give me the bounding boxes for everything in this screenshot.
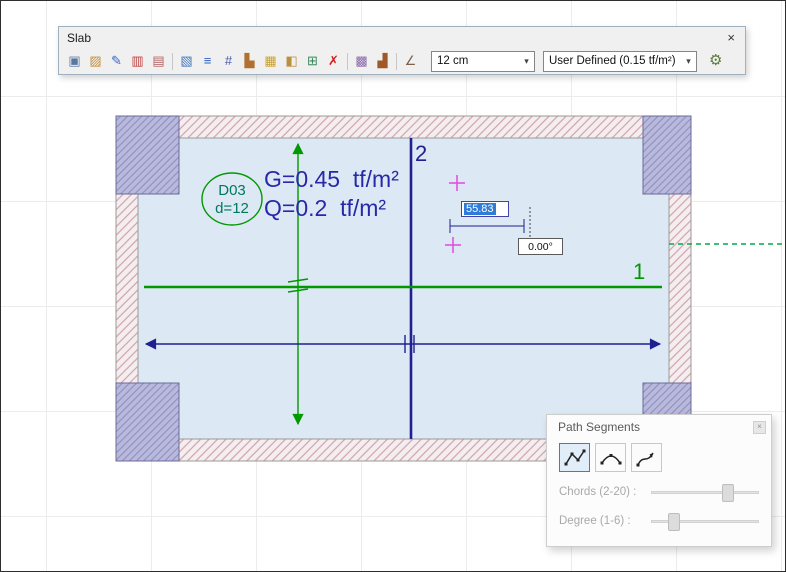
axis-2-label: 2 (415, 141, 427, 166)
copy-icon[interactable]: ▩ (351, 51, 372, 72)
close-icon[interactable]: × (753, 421, 766, 434)
chevron-down-icon: ▾ (681, 56, 696, 67)
segment-arc-button[interactable] (595, 443, 626, 472)
slab-toolbar: ▣▨✎▥▤ ▧≡#▙▦◧⊞✗ ▩▟ ∠ 12 cm ▾ User Defined (0… (59, 48, 745, 74)
open-icon[interactable]: ▨ (85, 51, 106, 72)
results-icon[interactable]: ◧ (281, 51, 302, 72)
column-top-left[interactable] (116, 116, 179, 194)
slab-label-thickness: d=12 (215, 200, 249, 217)
dead-load-text: G=0.45 tf/m² (264, 166, 399, 192)
axis-1-label: 1 (633, 259, 645, 284)
slab-load-value: User Defined (0.15 tf/m²) (549, 55, 676, 67)
slab-window-title: Slab (67, 31, 725, 45)
protractor-icon[interactable]: ∠ (400, 51, 421, 72)
measure-value-text: 55.83 (464, 203, 496, 215)
mesh-icon[interactable]: # (218, 51, 239, 72)
toolbar-separator (347, 53, 348, 70)
hatch-icon[interactable]: ▧ (176, 51, 197, 72)
slider-track (651, 520, 759, 523)
toolbar-separator (396, 53, 397, 70)
slab-properties-icon[interactable]: ▥ (127, 51, 148, 72)
chevron-down-icon: ▾ (519, 56, 534, 67)
report-icon[interactable]: ▤ (148, 51, 169, 72)
chart-icon[interactable]: ▟ (372, 51, 393, 72)
column-bottom-left[interactable] (116, 383, 179, 461)
measure-angle-box: 0.00° (518, 238, 563, 255)
slab-thickness-value: 12 cm (437, 55, 468, 67)
degree-label: Degree (1-6) : (559, 515, 651, 527)
layers-icon[interactable]: ▦ (260, 51, 281, 72)
slider-track (651, 491, 759, 494)
application-window: 2 1 D03 d=12 G=0.45 tf/m² Q=0.2 tf/m² (0, 0, 786, 572)
settings-gear-icon[interactable]: ⚙ (709, 51, 722, 71)
print-icon[interactable]: ▣ (64, 51, 85, 72)
toolbar-separator (172, 53, 173, 70)
table-icon[interactable]: ⊞ (302, 51, 323, 72)
edit-slab-icon[interactable]: ✎ (106, 51, 127, 72)
path-segments-title: Path Segments (558, 420, 640, 434)
measure-angle-text: 0.00° (528, 241, 553, 253)
degree-slider[interactable] (651, 512, 759, 530)
slab-window-titlebar[interactable]: Slab × (59, 27, 745, 48)
slab-thickness-combobox[interactable]: 12 cm ▾ (431, 51, 535, 72)
slab-load-combobox[interactable]: User Defined (0.15 tf/m²) ▾ (543, 51, 697, 72)
slider-thumb[interactable] (722, 484, 734, 502)
slab-label-id: D03 (218, 182, 246, 199)
slider-thumb[interactable] (668, 513, 680, 531)
measure-value-box[interactable]: 55.83 (461, 201, 509, 217)
slab-toolbar-icons: ▣▨✎▥▤ ▧≡#▙▦◧⊞✗ ▩▟ ∠ (64, 51, 421, 72)
polyline-icon (562, 446, 588, 470)
chords-label: Chords (2-20) : (559, 486, 651, 498)
close-icon[interactable]: × (725, 31, 737, 44)
arc-icon (598, 446, 624, 470)
path-segments-panel: Path Segments × (546, 414, 772, 547)
supports-icon[interactable]: ▙ (239, 51, 260, 72)
live-load-text: Q=0.2 tf/m² (264, 195, 386, 221)
segment-curve-button[interactable] (631, 443, 662, 472)
column-top-right[interactable] (643, 116, 691, 194)
slab-toolbar-window: Slab × ▣▨✎▥▤ ▧≡#▙▦◧⊞✗ ▩▟ ∠ 12 cm ▾ User Def… (58, 26, 746, 75)
delete-icon[interactable]: ✗ (323, 51, 344, 72)
loads-icon[interactable]: ≡ (197, 51, 218, 72)
chords-slider[interactable] (651, 483, 759, 501)
curve-arrow-icon (634, 446, 660, 470)
segment-polyline-button[interactable] (559, 443, 590, 472)
